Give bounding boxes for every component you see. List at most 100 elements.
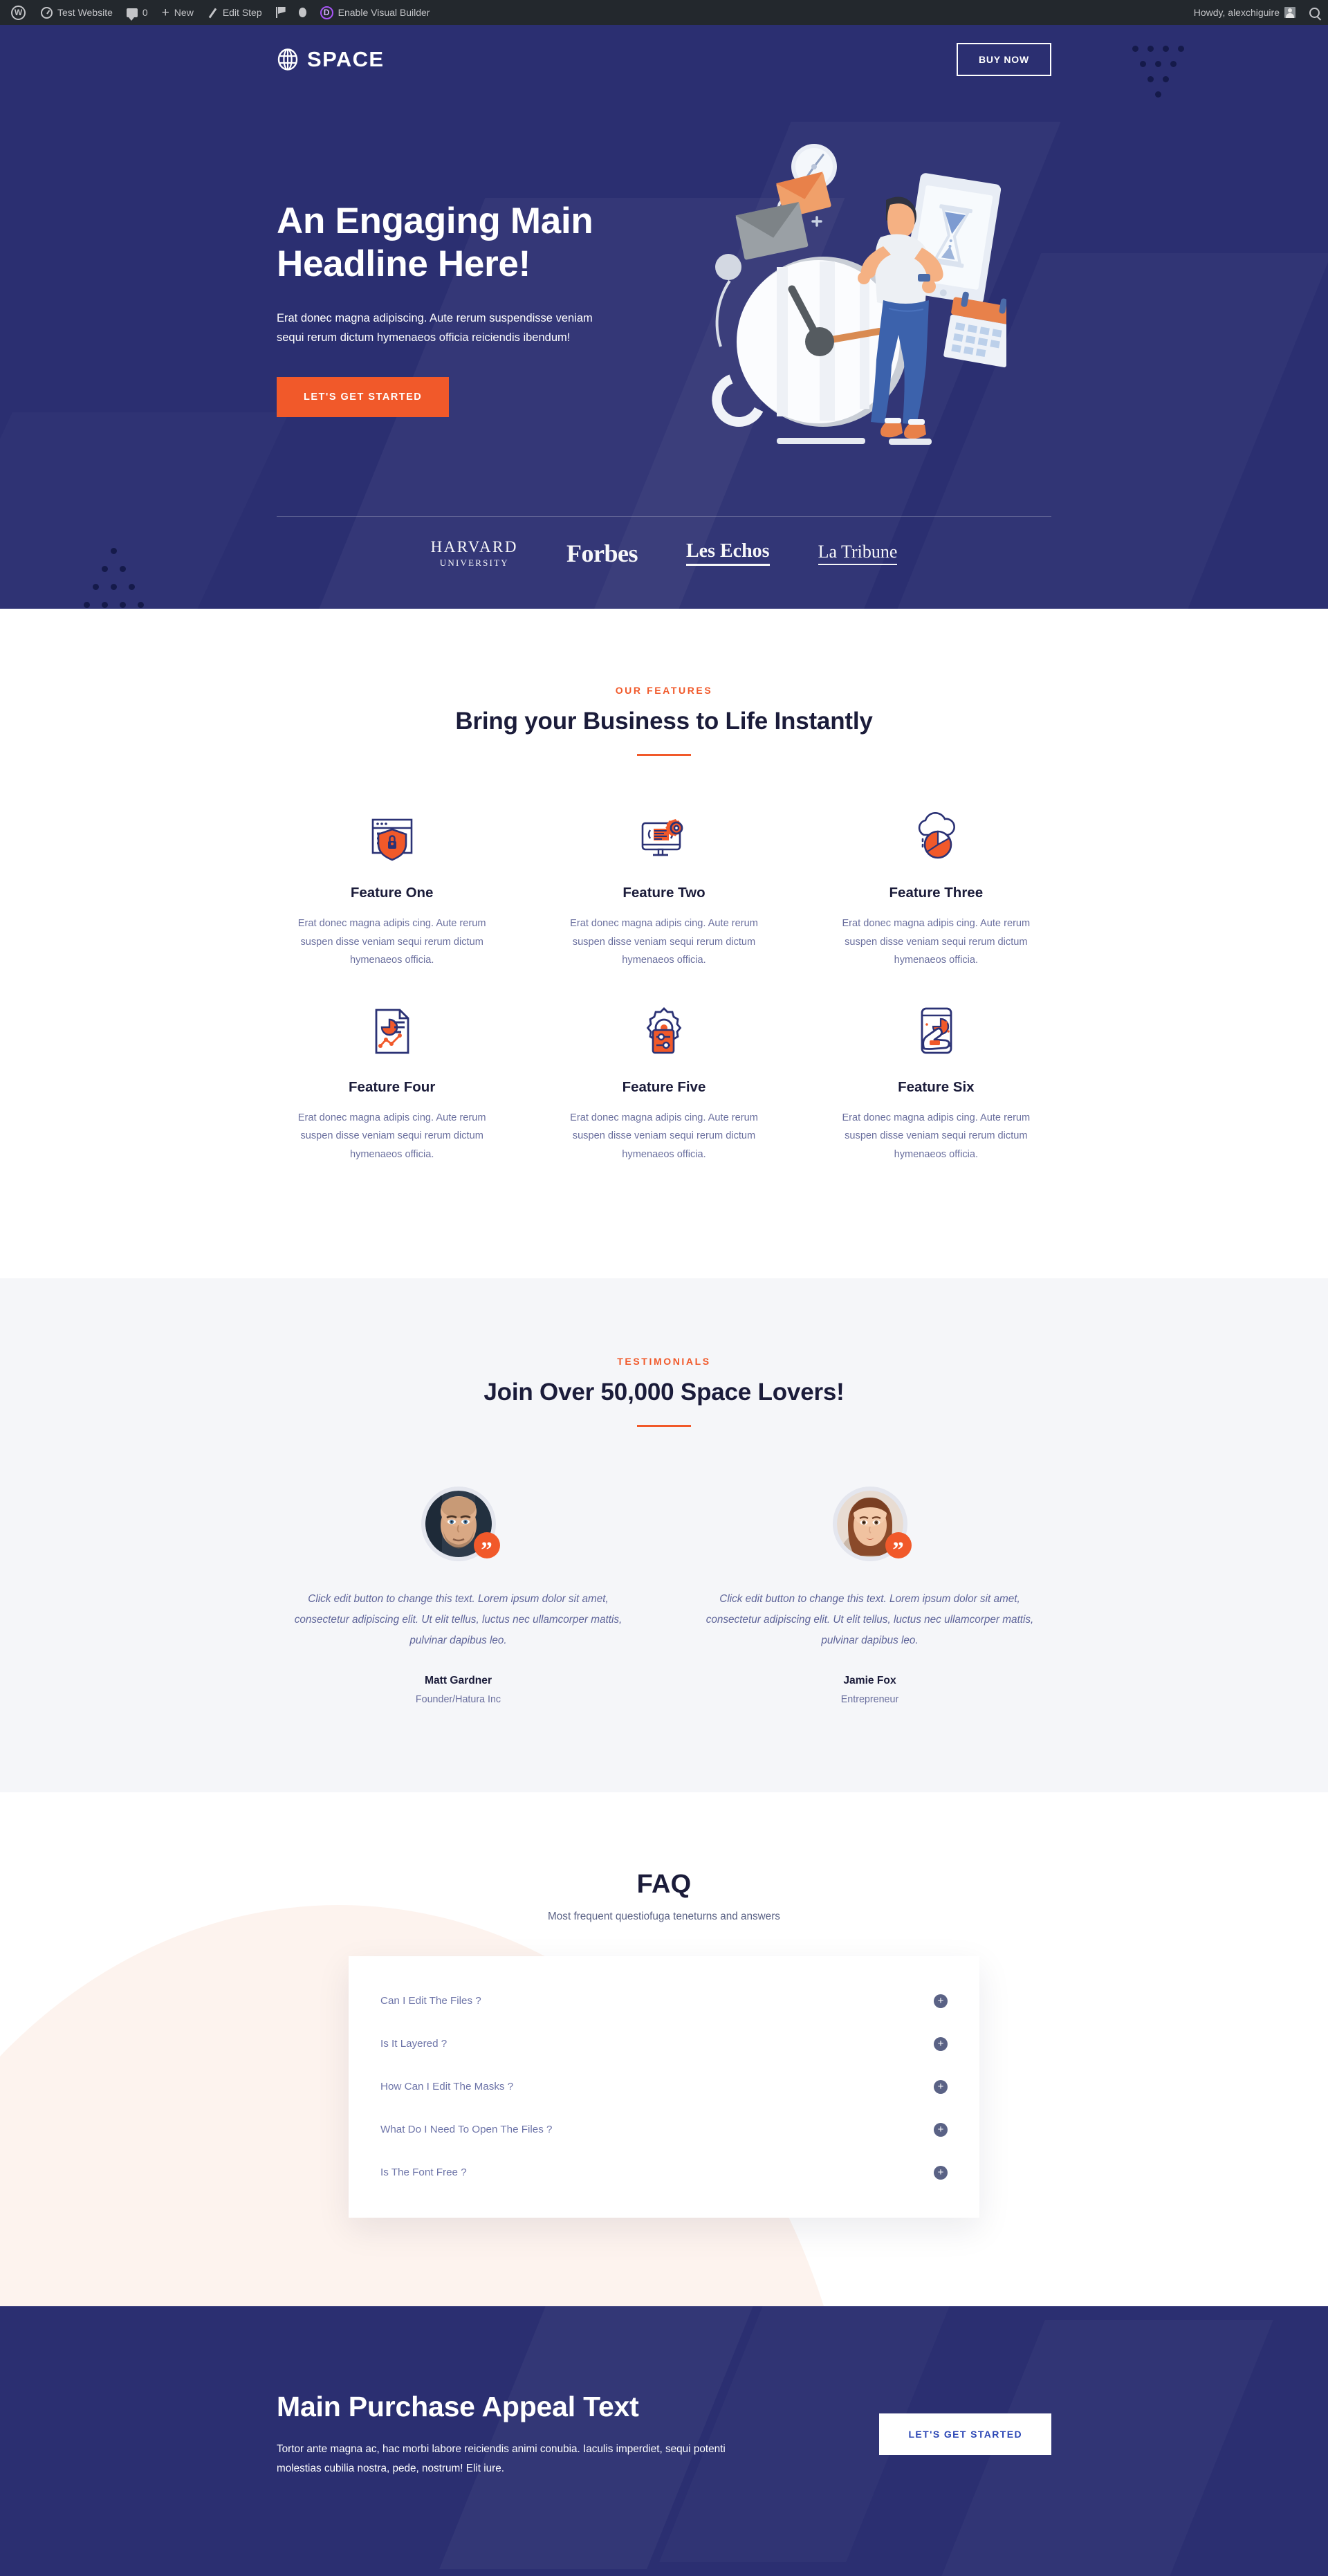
flag-icon	[275, 7, 285, 18]
search-icon	[1309, 7, 1320, 18]
avatar: ”	[832, 1487, 912, 1562]
feature-description: Erat donec magna adipis cing. Aute rerum…	[842, 918, 1031, 966]
comments-count: 0	[142, 7, 148, 18]
cta-get-started-button[interactable]: LET'S GET STARTED	[879, 2413, 1051, 2456]
edit-step-label: Edit Step	[222, 7, 262, 18]
flag-button[interactable]	[269, 0, 292, 25]
faq-accordion: Can I Edit The Files ? + Is It Layered ?…	[349, 1956, 979, 2218]
mobile-touch-chart-icon	[833, 1002, 1039, 1061]
feature-description: Erat donec magna adipis cing. Aute rerum…	[297, 1112, 486, 1160]
hero-subtitle: Erat donec magna adipiscing. Aute rerum …	[277, 312, 593, 344]
new-content-button[interactable]: + New	[155, 0, 201, 25]
hero-section: SPACE BUY NOW An Engaging Main Headline …	[0, 25, 1328, 609]
feature-title: Feature Five	[622, 1078, 706, 1095]
testimonial-author-role: Entrepreneur	[840, 1693, 899, 1705]
document-analytics-icon	[289, 1002, 495, 1061]
account-menu-button[interactable]: Howdy, alexchiguire	[1187, 0, 1302, 25]
wordpress-logo-button[interactable]	[1, 0, 34, 25]
cta-heading: Main Purchase Appeal Text	[277, 2390, 639, 2422]
monitor-code-gear-icon	[561, 807, 766, 867]
status-dot-button[interactable]	[292, 0, 313, 25]
testimonials-section: TESTIMONIALS Join Over 50,000 Space Love…	[0, 1278, 1328, 1792]
testimonial-author-name: Matt Gardner	[424, 1674, 492, 1686]
quote-icon: ”	[885, 1532, 912, 1561]
gear-settings-sliders-icon	[561, 1002, 766, 1061]
faq-item[interactable]: Can I Edit The Files ? +	[380, 1980, 948, 2023]
faq-subtitle: Most frequent questiofuga teneturns and …	[548, 1910, 780, 1922]
feature-description: Erat donec magna adipis cing. Aute rerum…	[570, 918, 758, 966]
testimonial-card: ” Click edit button to change this text.…	[277, 1487, 640, 1705]
adminbar-search-button[interactable]	[1302, 0, 1327, 25]
brand-name: SPACE	[307, 47, 385, 71]
avatar	[1284, 7, 1295, 18]
feature-description: Erat donec magna adipis cing. Aute rerum…	[842, 1112, 1031, 1160]
site-name-button[interactable]: Test Website	[34, 0, 120, 25]
site-header-nav: SPACE BUY NOW	[277, 25, 1051, 94]
dashboard-gauge-icon	[41, 6, 53, 19]
brand-logo[interactable]: SPACE	[277, 47, 385, 72]
hero-cta-button[interactable]: LET'S GET STARTED	[277, 376, 450, 417]
feature-title: Feature Three	[889, 885, 984, 901]
press-logo-la-tribune: La Tribune	[818, 542, 898, 565]
faq-item[interactable]: Is It Layered ? +	[380, 2023, 948, 2066]
comments-button[interactable]: 0	[120, 0, 155, 25]
avatar: ”	[421, 1487, 500, 1562]
plus-circle-icon[interactable]: +	[934, 2122, 948, 2137]
testimonials-title: Join Over 50,000 Space Lovers!	[483, 1379, 845, 1406]
feature-card: Feature Three Erat donec magna adipis ci…	[821, 807, 1051, 1002]
plus-circle-icon[interactable]: +	[934, 1994, 948, 2008]
plus-circle-icon[interactable]: +	[934, 2079, 948, 2094]
faq-item[interactable]: Is The Font Free ? +	[380, 2151, 948, 2194]
faq-question: Is The Font Free ?	[380, 2166, 467, 2179]
new-label: New	[174, 7, 194, 18]
dot-icon	[298, 8, 306, 17]
hero-title: An Engaging Main Headline Here!	[277, 201, 593, 284]
feature-title: Feature Four	[349, 1078, 436, 1095]
plus-icon: +	[161, 5, 169, 20]
edit-step-button[interactable]: Edit Step	[201, 0, 269, 25]
buy-now-button[interactable]: BUY NOW	[956, 43, 1051, 76]
feature-title: Feature Two	[622, 885, 706, 901]
hero-body: An Engaging Main Headline Here! Erat don…	[277, 94, 1051, 509]
feature-card: Feature Six Erat donec magna adipis cing…	[821, 1002, 1051, 1196]
plus-circle-icon[interactable]: +	[934, 2165, 948, 2180]
plus-circle-icon[interactable]: +	[934, 2036, 948, 2051]
faq-section: FAQ Most frequent questiofuga teneturns …	[0, 1792, 1328, 2306]
features-eyebrow: OUR FEATURES	[615, 685, 713, 696]
faq-question: What Do I Need To Open The Files ?	[380, 2124, 553, 2136]
hero-copy: An Engaging Main Headline Here! Erat don…	[277, 186, 636, 417]
press-logo-strip: HARVARD UNIVERSITY Forbes Les Echos La T…	[277, 516, 1051, 609]
testimonials-eyebrow: TESTIMONIALS	[617, 1356, 711, 1368]
enable-visual-builder-button[interactable]: D Enable Visual Builder	[313, 0, 437, 25]
feature-card: Feature Five Erat donec magna adipis cin…	[548, 1002, 779, 1196]
faq-question: How Can I Edit The Masks ?	[380, 2081, 514, 2093]
globe-icon	[277, 48, 299, 71]
feature-title: Feature One	[350, 885, 434, 901]
quote-icon: ”	[473, 1532, 500, 1561]
faq-item[interactable]: How Can I Edit The Masks ? +	[380, 2066, 948, 2108]
feature-description: Erat donec magna adipis cing. Aute rerum…	[570, 1112, 758, 1160]
press-logo-forbes: Forbes	[566, 539, 638, 567]
features-section: OUR FEATURES Bring your Business to Life…	[0, 609, 1328, 1279]
faq-question: Can I Edit The Files ?	[380, 1995, 481, 2007]
faq-title: FAQ	[636, 1869, 692, 1899]
features-grid: Feature One Erat donec magna adipis cing…	[277, 807, 1051, 1195]
feature-title: Feature Six	[898, 1078, 975, 1095]
testimonial-quote: Click edit button to change this text. L…	[294, 1593, 622, 1646]
visual-builder-label: Enable Visual Builder	[338, 7, 430, 18]
wp-admin-bar: Test Website 0 + New Edit Step D Enable …	[0, 0, 1328, 25]
feature-description: Erat donec magna adipis cing. Aute rerum…	[297, 918, 486, 966]
testimonial-author-role: Founder/Hatura Inc	[415, 1693, 501, 1705]
testimonial-card: ” Click edit button to change this text.…	[688, 1487, 1051, 1705]
time-management-illustration	[712, 144, 1006, 445]
features-title: Bring your Business to Life Instantly	[455, 708, 873, 735]
features-title-rule	[637, 754, 691, 756]
howdy-label: Howdy, alexchiguire	[1193, 7, 1280, 18]
pencil-edit-icon	[208, 8, 218, 18]
faq-item[interactable]: What Do I Need To Open The Files ? +	[380, 2108, 948, 2151]
hero-illustration-wrap	[636, 136, 1051, 468]
faq-question: Is It Layered ?	[380, 2038, 448, 2050]
wordpress-logo-icon	[11, 5, 26, 20]
testimonials-grid: ” Click edit button to change this text.…	[277, 1487, 1051, 1705]
press-logo-harvard: HARVARD UNIVERSITY	[430, 538, 519, 568]
